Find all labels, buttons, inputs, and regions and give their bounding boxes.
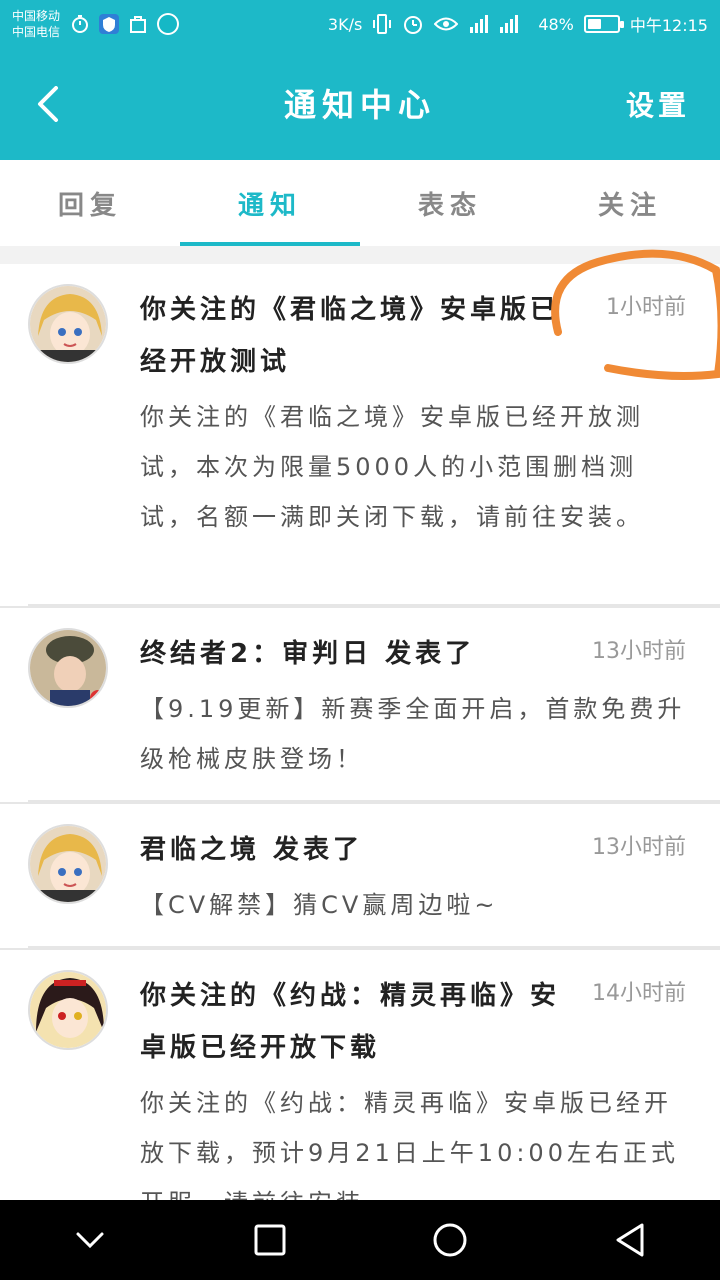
battery-percent: 48% (538, 14, 574, 34)
vibrate-icon (372, 13, 392, 35)
notification-title: 君临之境 发表了 (140, 835, 364, 865)
tab-notification[interactable]: 通知 (180, 160, 360, 246)
list-item[interactable]: 你关注的《约战：精灵再临》安卓版已经开放下载 14小时前 你关注的《约战：精灵再… (0, 950, 720, 1200)
soldier-girl-avatar-icon (30, 630, 106, 706)
notification-time: 13小时前 (592, 835, 686, 860)
tab-reaction[interactable]: 表态 (360, 160, 540, 246)
clock: 中午12:15 (629, 16, 708, 35)
navigation-bar (0, 1200, 720, 1280)
list-item[interactable]: 你关注的《君临之境》安卓版已经开放测试 1小时前 你关注的《君临之境》安卓版已经… (0, 264, 720, 608)
carrier-1: 中国移动 (12, 9, 61, 23)
hide-nav-button[interactable] (60, 1210, 120, 1270)
avatar[interactable] (28, 824, 108, 904)
divider (28, 604, 720, 606)
network-speed: 3K/s (327, 14, 363, 34)
tab-follow[interactable]: 关注 (540, 160, 720, 246)
carrier-info: 中国移动 中国电信 (12, 8, 60, 40)
back-nav-button[interactable] (600, 1210, 660, 1270)
notification-list: 你关注的《君临之境》安卓版已经开放测试 1小时前 你关注的《君临之境》安卓版已经… (0, 264, 720, 1200)
alarm-icon (402, 13, 424, 35)
anime-dark-hair-girl-avatar-icon (30, 972, 106, 1048)
notification-body: 你关注的《君临之境》安卓版已经开放测试，本次为限量5000人的小范围删档测试，名… (140, 403, 644, 531)
notification-time: 14小时前 (592, 981, 686, 1006)
battery-icon (583, 15, 624, 33)
circle-home-icon (433, 1223, 467, 1257)
list-item[interactable]: 君临之境 发表了 13小时前 【CV解禁】猜CV赢周边啦~ (0, 804, 720, 950)
bag-icon (128, 14, 148, 34)
notification-time: 1小时前 (606, 295, 686, 320)
notification-body: 【CV解禁】猜CV赢周边啦~ (140, 891, 499, 919)
status-right: 3K/s 48% 中午12:15 (328, 12, 708, 36)
settings-button[interactable]: 设置 (626, 84, 690, 124)
divider (28, 946, 720, 948)
chevron-down-icon (76, 1232, 104, 1249)
list-item[interactable]: 终结者2：审判日 发表了 13小时前 【9.19更新】新赛季全面开启，首款免费升… (0, 608, 720, 804)
notification-title: 终结者2：审判日 发表了 (140, 639, 476, 669)
eye-icon (434, 15, 459, 33)
avatar[interactable] (28, 628, 108, 708)
page-title: 通知中心 (283, 86, 436, 124)
anime-blonde-girl-avatar-icon (30, 826, 106, 902)
anime-blonde-girl-avatar-icon (30, 286, 106, 362)
notification-title: 你关注的《约战：精灵再临》安卓版已经开放下载 (140, 981, 561, 1063)
taptap-icon (156, 12, 180, 36)
status-icons (70, 12, 180, 36)
notification-title: 你关注的《君临之境》安卓版已经开放测试 (140, 295, 561, 377)
tab-reply[interactable]: 回复 (0, 160, 180, 246)
status-bar: 中国移动 中国电信 3K/s 48% 中午12:15 (0, 0, 720, 48)
triangle-back-icon (616, 1223, 644, 1257)
carrier-2: 中国电信 (12, 25, 61, 39)
notification-body: 【9.19更新】新赛季全面开启，首款免费升级枪械皮肤登场！ (140, 695, 686, 773)
battery-fill (587, 19, 602, 29)
shield-icon (98, 13, 120, 35)
tab-bar: 回复 通知 表态 关注 (0, 160, 720, 246)
home-button[interactable] (420, 1210, 480, 1270)
recents-button[interactable] (240, 1210, 300, 1270)
notification-time: 13小时前 (592, 639, 686, 664)
notification-body: 你关注的《约战：精灵再临》安卓版已经开放下载，预计9月21日上午10:00左右正… (140, 1089, 679, 1200)
divider (28, 800, 720, 802)
avatar[interactable] (28, 284, 108, 364)
avatar[interactable] (28, 970, 108, 1050)
stopwatch-icon (70, 14, 90, 34)
app-bar: 通知中心 设置 (0, 48, 720, 160)
signal-icon (468, 13, 528, 35)
square-recents-icon (254, 1224, 286, 1256)
